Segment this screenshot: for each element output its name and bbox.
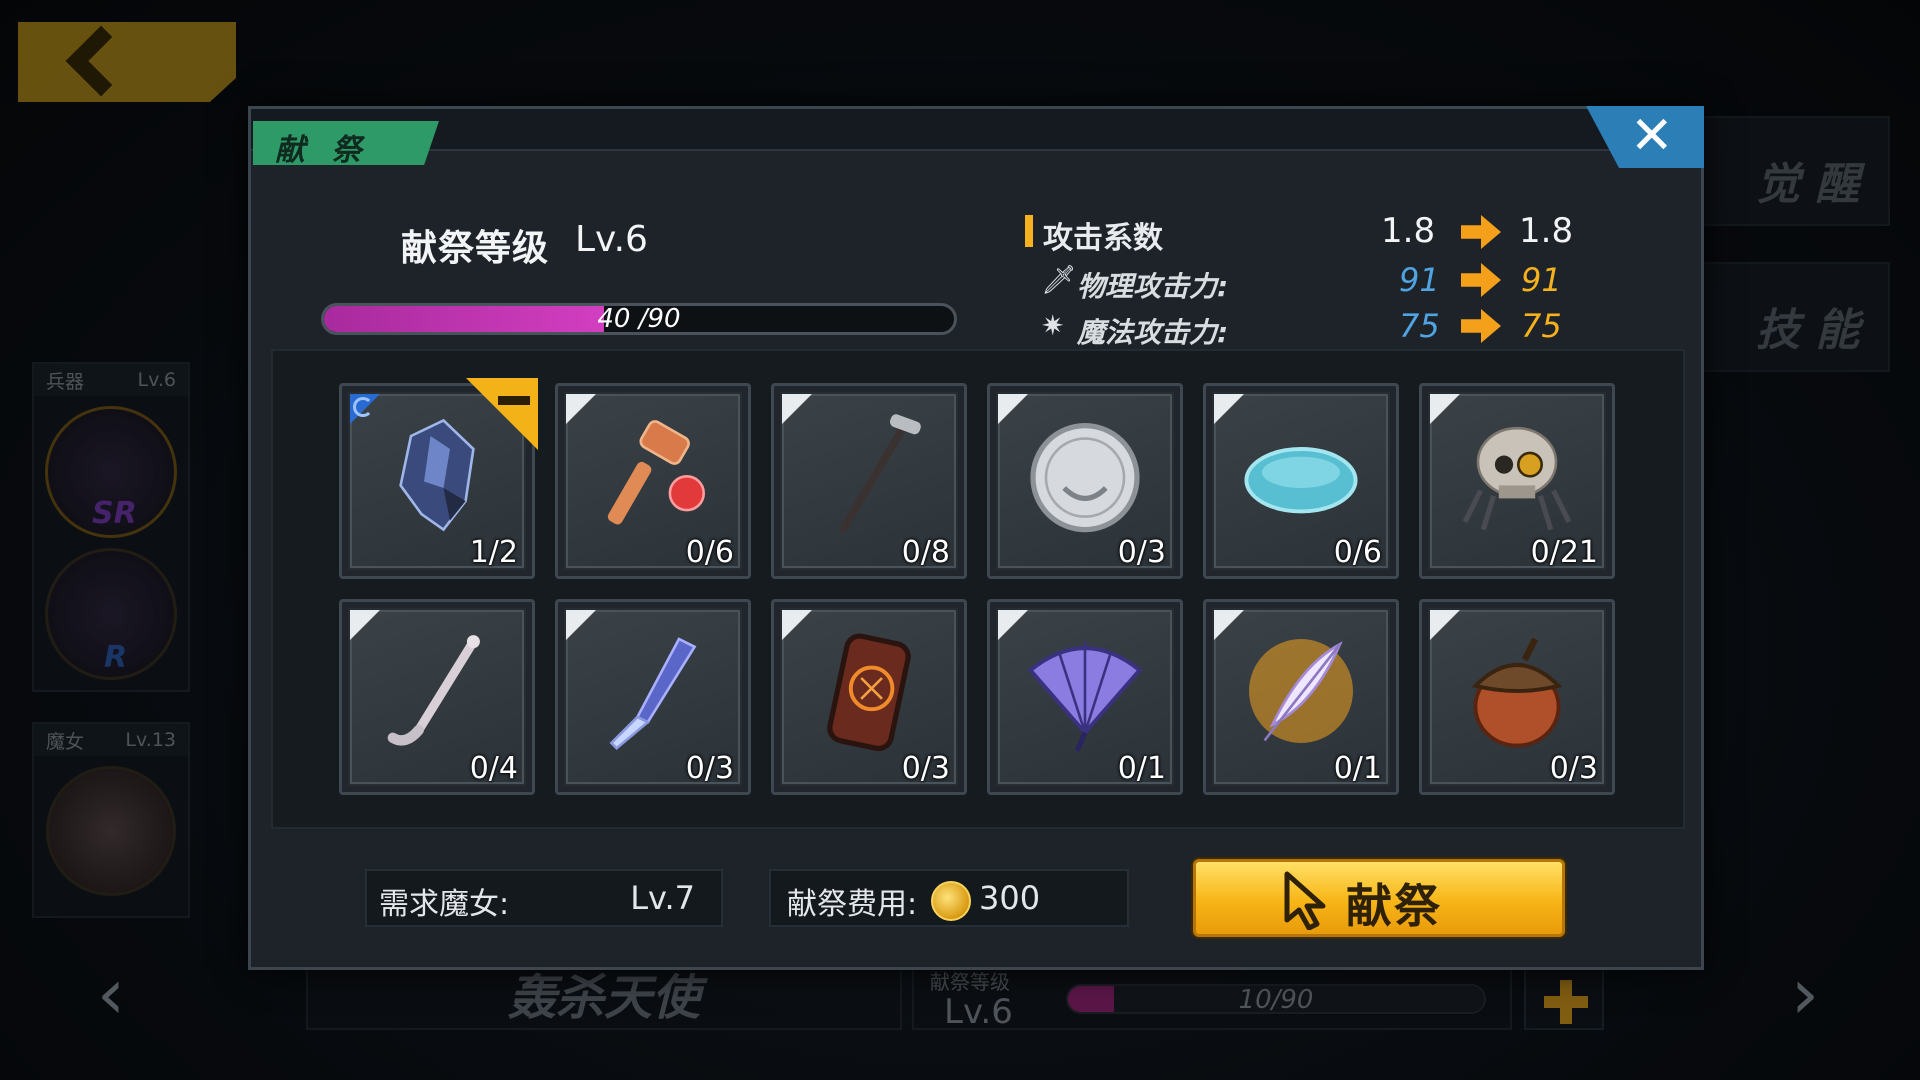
walking-cane-icon xyxy=(839,414,921,534)
corner-marker-icon xyxy=(782,394,812,424)
requirement-box: 需求魔女: Lv.7 xyxy=(365,869,723,927)
skill-icon xyxy=(350,394,380,424)
pipe-icon xyxy=(387,635,480,746)
dialog-title-tab: 献 祭 xyxy=(253,121,439,165)
attack-coef-current: 1.8 xyxy=(1381,211,1436,251)
corner-marker-icon xyxy=(566,394,596,424)
item-count: 0/21 xyxy=(1530,535,1598,570)
item-slot-butterfly-knife[interactable]: 0/3 xyxy=(555,599,751,795)
item-count: 0/3 xyxy=(1549,751,1598,786)
magic-attack-label: 魔法攻击力: xyxy=(1077,316,1229,349)
item-slot-feather[interactable]: 0/1 xyxy=(1203,599,1399,795)
sacrifice-button-label: 献祭 xyxy=(1346,879,1442,933)
physical-attack-label: 物理攻击力: xyxy=(1077,270,1229,303)
arrow-right-icon xyxy=(1461,215,1501,249)
item-slot-spider-skull[interactable]: 0/21 xyxy=(1419,383,1615,579)
cost-value: 300 xyxy=(979,879,1041,917)
sacrifice-level-label: 献祭等级 xyxy=(401,228,550,269)
item-slot-rune-tablet[interactable]: 0/3 xyxy=(771,599,967,795)
feather-icon xyxy=(1249,639,1353,743)
sacrifice-button[interactable]: 献祭 xyxy=(1193,859,1565,937)
sacrifice-progress-bar: 40 /90 xyxy=(321,303,957,335)
item-count: 0/3 xyxy=(1117,535,1166,570)
acorn-icon xyxy=(1471,637,1563,748)
arrow-right-icon xyxy=(1461,309,1501,343)
dialog-title: 献 祭 xyxy=(275,133,370,168)
requirement-value: Lv.7 xyxy=(630,879,695,917)
corner-marker-icon xyxy=(782,610,812,640)
sword-icon: 🗡 xyxy=(1041,263,1077,296)
attack-coef-next: 1.8 xyxy=(1519,211,1574,251)
sacrifice-level-value: Lv.6 xyxy=(575,219,648,260)
folding-fan-icon xyxy=(1027,641,1143,752)
corner-marker-icon xyxy=(1214,394,1244,424)
item-slot-silver-coin[interactable]: 0/3 xyxy=(987,383,1183,579)
item-count: 0/4 xyxy=(469,751,518,786)
stat-header-marker xyxy=(1025,215,1033,247)
magic-attack-next: 75 xyxy=(1521,307,1562,345)
corner-marker-icon xyxy=(566,610,596,640)
corner-marker-icon xyxy=(1430,394,1460,424)
item-slot-pipe[interactable]: 0/4 xyxy=(339,599,535,795)
sacrifice-progress-text: 40 /90 xyxy=(597,304,681,334)
item-count: 0/6 xyxy=(685,535,734,570)
corner-marker-icon xyxy=(1430,610,1460,640)
item-slot-crystal-shard[interactable]: 1/2 xyxy=(339,378,538,579)
toy-mallet-icon xyxy=(607,420,705,525)
item-count: 0/3 xyxy=(901,751,950,786)
corner-marker-icon xyxy=(350,610,380,640)
item-slot-toy-mallet[interactable]: 0/6 xyxy=(555,383,751,579)
close-icon: ✕ xyxy=(1630,106,1674,166)
gold-coin-icon xyxy=(931,881,971,921)
corner-marker-icon xyxy=(1214,610,1244,640)
item-count: 0/8 xyxy=(901,535,950,570)
magic-attack-current: 75 xyxy=(1399,307,1440,345)
item-count: 0/1 xyxy=(1333,751,1382,786)
close-button[interactable]: ✕ xyxy=(1586,106,1704,168)
item-count: 0/3 xyxy=(685,751,734,786)
item-count: 0/6 xyxy=(1333,535,1382,570)
item-slot-acorn[interactable]: 0/3 xyxy=(1419,599,1615,795)
cost-label: 献祭费用: xyxy=(787,887,918,922)
dialog-header-bar xyxy=(251,109,1701,151)
item-slot-walking-cane[interactable]: 0/8 xyxy=(771,383,967,579)
sacrifice-cursor-icon xyxy=(1284,871,1326,930)
item-count: 0/1 xyxy=(1117,751,1166,786)
magic-wand-icon: ✷ xyxy=(1041,309,1065,342)
corner-marker-icon xyxy=(998,394,1028,424)
soap-bar-icon xyxy=(1244,447,1358,514)
butterfly-knife-icon xyxy=(609,637,697,750)
item-count: 1/2 xyxy=(469,535,518,570)
cost-box: 献祭费用: 300 xyxy=(769,869,1129,927)
spider-skull-icon xyxy=(1462,426,1572,531)
silver-coin-icon xyxy=(1030,423,1140,533)
physical-attack-current: 91 xyxy=(1399,261,1440,299)
corner-marker-icon xyxy=(998,610,1028,640)
crystal-shard-icon xyxy=(399,418,475,532)
item-slot-soap-bar[interactable]: 0/6 xyxy=(1203,383,1399,579)
requirement-label: 需求魔女: xyxy=(379,887,510,922)
arrow-right-icon xyxy=(1461,263,1501,297)
item-grid: 1/2 0/6 0/8 0/3 0/6 0/21 0/4 0/3 0/3 0/1… xyxy=(271,349,1685,829)
attack-coef-label: 攻击系数 xyxy=(1043,221,1163,256)
physical-attack-next: 91 xyxy=(1521,261,1562,299)
sacrifice-dialog: 献 祭 ✕ 献祭等级 Lv.6 40 /90 攻击系数 1.8 1.8 🗡 物理… xyxy=(248,106,1704,970)
item-slot-folding-fan[interactable]: 0/1 xyxy=(987,599,1183,795)
rune-tablet-icon xyxy=(827,633,911,752)
